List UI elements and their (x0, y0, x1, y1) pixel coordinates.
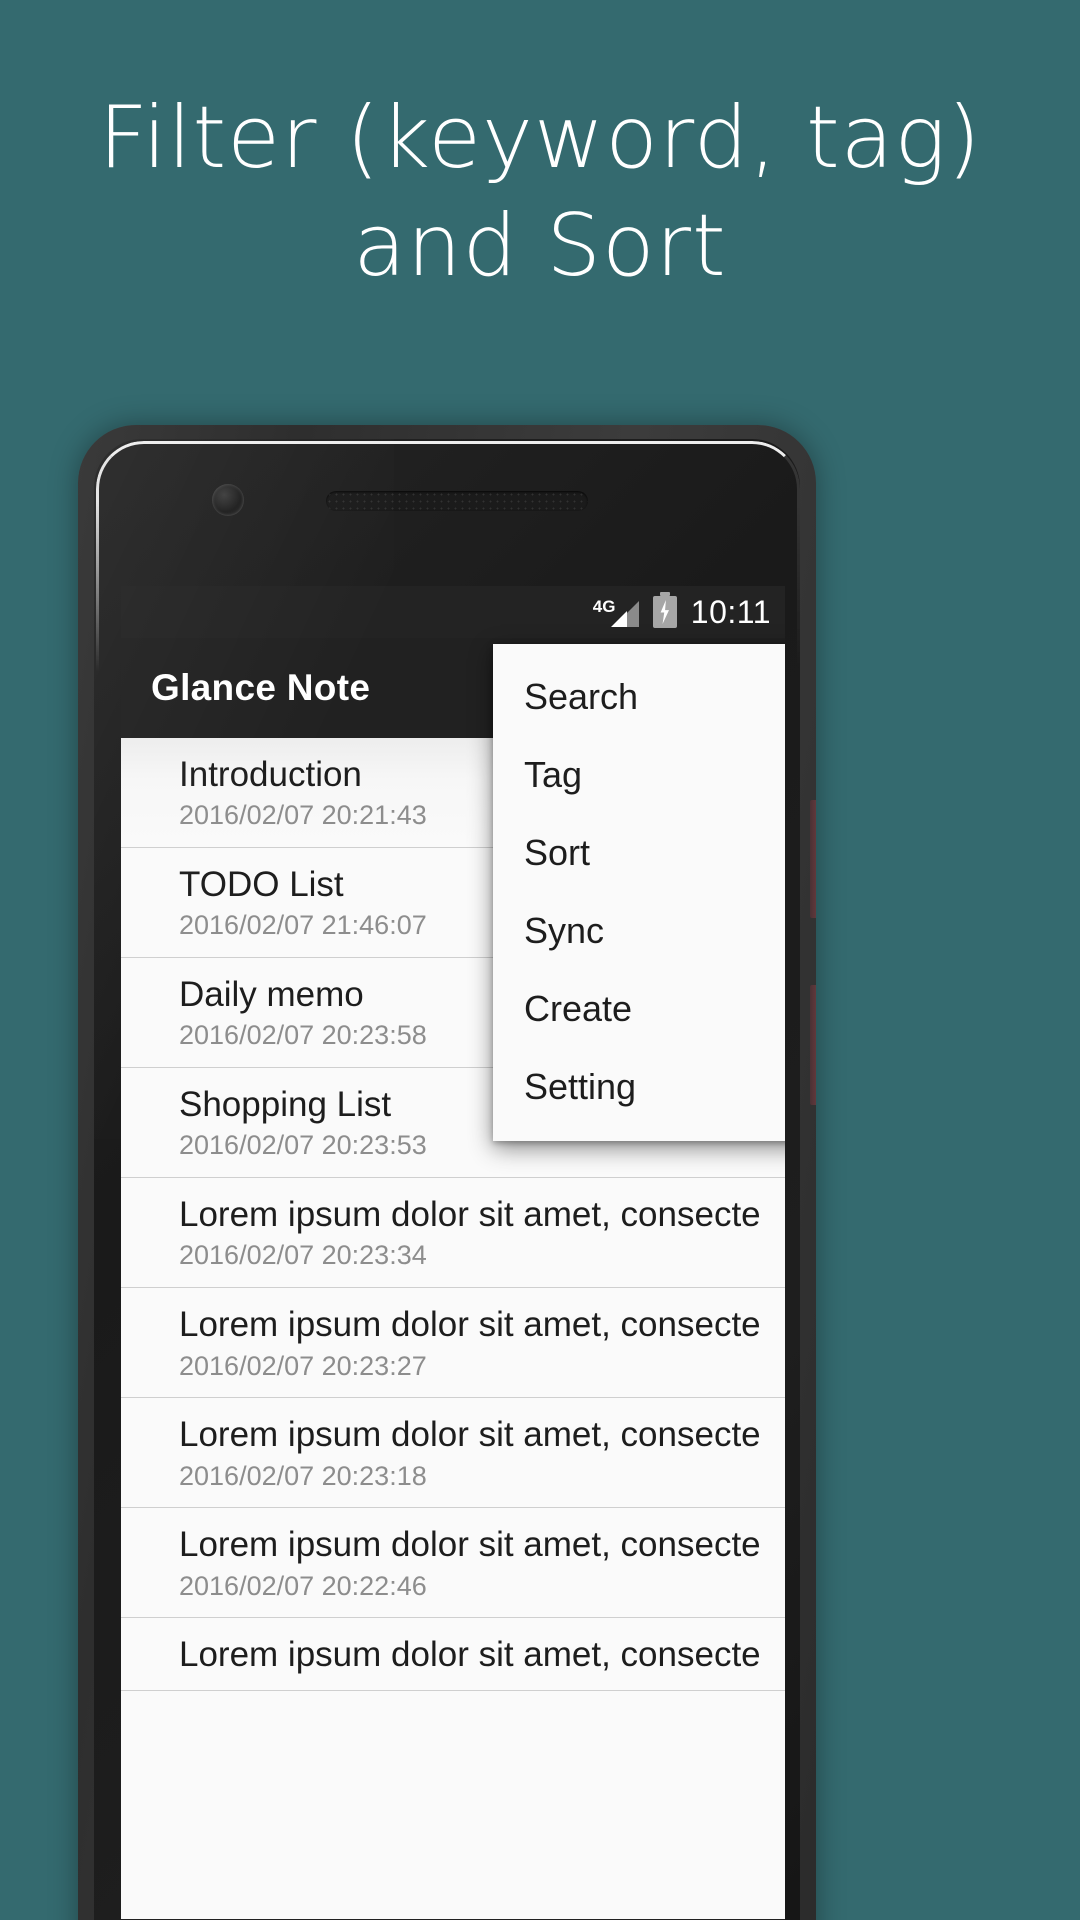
overflow-menu[interactable]: Search Tag Sort Sync Create Setting (493, 644, 785, 1142)
list-item[interactable]: Lorem ipsum dolor sit amet, consectetur … (121, 1398, 785, 1509)
note-title: Lorem ipsum dolor sit amet, consectetur … (179, 1415, 759, 1455)
power-button[interactable] (810, 800, 816, 918)
earpiece-speaker (326, 491, 588, 511)
note-timestamp: 2016/02/07 20:23:27 (179, 1350, 427, 1381)
list-item[interactable]: Lorem ipsum dolor sit amet, consectetur … (121, 1178, 785, 1289)
note-timestamp: 2016/02/07 20:23:18 (179, 1460, 427, 1491)
battery-charging-icon (652, 592, 677, 628)
note-title: Lorem ipsum dolor sit amet, consectetur … (179, 1195, 759, 1235)
app-title: Glance Note (151, 667, 371, 708)
phone-mockup: 4G 10:11 Glance Note Introduction 2016/0… (78, 425, 816, 1920)
note-timestamp: 2016/02/07 20:23:34 (179, 1240, 427, 1271)
menu-item-search[interactable]: Search (493, 658, 785, 736)
note-title: Lorem ipsum dolor sit amet, consectetur … (179, 1635, 759, 1675)
menu-item-tag[interactable]: Tag (493, 736, 785, 814)
status-bar-clock: 10:11 (690, 593, 771, 630)
status-bar: 4G 10:11 (121, 586, 785, 638)
menu-item-sync[interactable]: Sync (493, 892, 785, 970)
bolt-icon (660, 600, 669, 624)
promo-headline: Filter (keyword, tag) and Sort (0, 95, 1080, 289)
promo-headline-line2: and Sort (353, 196, 727, 296)
signal-4g-icon: 4G (593, 597, 639, 627)
phone-glass: 4G 10:11 Glance Note Introduction 2016/0… (94, 439, 800, 1920)
phone-screen: 4G 10:11 Glance Note Introduction 2016/0… (121, 586, 785, 1920)
list-item[interactable]: Lorem ipsum dolor sit amet, consectetur … (121, 1288, 785, 1399)
menu-item-sort[interactable]: Sort (493, 814, 785, 892)
note-title: Lorem ipsum dolor sit amet, consectetur … (179, 1305, 759, 1345)
note-timestamp: 2016/02/07 20:22:46 (179, 1570, 427, 1601)
promo-headline-line1: Filter (keyword, tag) (98, 88, 982, 188)
note-title: Lorem ipsum dolor sit amet, consectetur … (179, 1525, 759, 1565)
menu-item-create[interactable]: Create (493, 970, 785, 1048)
menu-item-setting[interactable]: Setting (493, 1048, 785, 1126)
front-camera-icon (212, 484, 244, 516)
volume-button[interactable] (810, 985, 816, 1105)
list-item[interactable]: Lorem ipsum dolor sit amet, consectetur … (121, 1618, 785, 1691)
signal-bars-filled (610, 611, 627, 627)
list-item[interactable]: Lorem ipsum dolor sit amet, consectetur … (121, 1508, 785, 1619)
